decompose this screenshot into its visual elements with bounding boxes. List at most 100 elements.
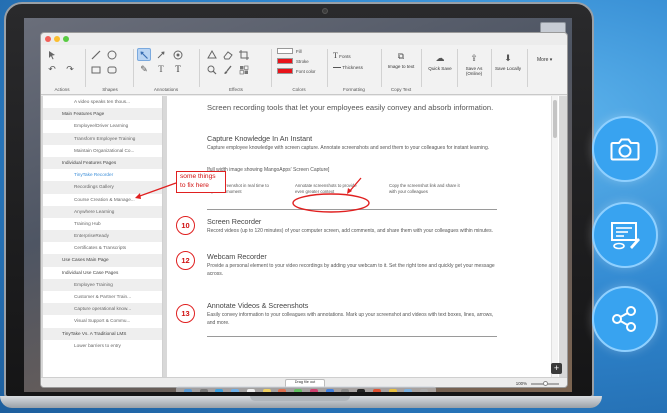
image-to-text-button[interactable]: ⧉ Image to text: [386, 51, 416, 69]
shapes-label: Shapes: [102, 87, 118, 92]
double-arrow-tool-icon[interactable]: [154, 48, 168, 61]
sidebar-item[interactable]: Customer & Partner Train...: [43, 291, 162, 303]
photos-icon[interactable]: [278, 389, 287, 392]
undo-icon[interactable]: ↶: [45, 63, 59, 76]
effects-group: Effects: [201, 45, 271, 95]
number-stamp[interactable]: 13: [176, 304, 195, 323]
sidebar-item[interactable]: A video speaks ten thous...: [43, 96, 162, 108]
text-tool-icon[interactable]: T: [154, 63, 168, 76]
mail-icon[interactable]: [231, 389, 240, 392]
sidebar-item[interactable]: TinyTake Vs. A Traditional LMS: [43, 327, 162, 340]
font-color-picker[interactable]: Font color: [277, 68, 316, 74]
sidebar-item[interactable]: Lower barriers to entry: [43, 340, 162, 352]
thickness-button[interactable]: Thickness: [333, 65, 363, 70]
sidebar-item[interactable]: Certificates & Transcripts: [43, 242, 162, 254]
feature-screenshot[interactable]: [592, 116, 658, 182]
search-icon[interactable]: [205, 63, 219, 76]
shapes-effect-icon[interactable]: [205, 48, 219, 61]
pen-tool-icon[interactable]: ✎: [137, 63, 151, 76]
ellipse-tool-icon[interactable]: [105, 48, 119, 61]
safari-icon[interactable]: [215, 389, 224, 392]
feature-share[interactable]: [592, 286, 658, 352]
sidebar-item[interactable]: Training Hub: [43, 218, 162, 230]
chrome-icon[interactable]: [388, 389, 397, 392]
arrow-tool-icon[interactable]: [137, 48, 151, 61]
zoom-level: 100%: [515, 381, 527, 386]
stroke-color-picker[interactable]: Stroke: [277, 58, 309, 64]
sidebar-item[interactable]: TinyTake Recorder: [43, 169, 162, 181]
sidebar-item[interactable]: Individual Use Case Pages: [43, 267, 162, 279]
highlight-text-tool-icon[interactable]: T: [171, 63, 185, 76]
sidebar-item[interactable]: Individual Features Pages: [43, 156, 162, 170]
eraser-icon[interactable]: [221, 48, 235, 61]
fill-swatch: [277, 48, 293, 54]
close-window-button[interactable]: [45, 36, 51, 42]
finder-icon[interactable]: [183, 389, 192, 392]
save-as-online-icon: ⇪: [470, 53, 478, 63]
trash-icon[interactable]: [420, 389, 429, 392]
toolbar-divider: [133, 49, 134, 87]
image-to-text-label: Image to text: [387, 63, 415, 69]
terminal-icon[interactable]: [357, 389, 366, 392]
number-stamp[interactable]: 10: [176, 216, 195, 235]
sidebar-item[interactable]: Transform Employee Training: [43, 132, 162, 145]
app-store-icon[interactable]: [325, 389, 334, 392]
rounded-rectangle-tool-icon[interactable]: [105, 63, 119, 76]
folder-icon[interactable]: [404, 389, 413, 392]
image-placeholder-note: [full width image showing MangoApps' Scr…: [207, 167, 330, 173]
settings-icon[interactable]: [341, 389, 350, 392]
sidebar-item[interactable]: Employee Training: [43, 278, 162, 291]
document-scrollbar[interactable]: [551, 96, 558, 377]
annotations-label: Annotations: [153, 87, 179, 92]
annotation-callout[interactable]: some things to fix here: [176, 171, 226, 193]
font-color-swatch: [277, 68, 293, 74]
save-locally-button[interactable]: ⬇ Save Locally: [493, 53, 523, 71]
toolbar-divider: [271, 49, 272, 87]
rectangle-tool-icon[interactable]: [89, 63, 103, 76]
feature-annotate[interactable]: [592, 202, 658, 268]
fonts-label: Fonts: [339, 54, 351, 59]
brush-icon[interactable]: [221, 63, 235, 76]
sidebar-item[interactable]: Recordings Gallery: [43, 181, 162, 194]
sidebar-item[interactable]: Main Features Page: [43, 108, 162, 121]
section-body: Capture employee knowledge with screen c…: [207, 145, 490, 151]
add-page-button[interactable]: +: [551, 363, 562, 374]
save-locally-label: Save Locally: [494, 65, 522, 71]
copy-text-label: Copy Text: [390, 87, 412, 92]
camera-icon: [610, 138, 640, 161]
sidebar-item[interactable]: Use Cases Main Page: [43, 254, 162, 267]
fill-color-picker[interactable]: Fill: [277, 48, 302, 54]
messages-icon[interactable]: [294, 389, 303, 392]
fonts-button[interactable]: T Fonts: [333, 51, 351, 60]
sidebar-item[interactable]: Capture operational know...: [43, 303, 162, 316]
zoom-slider[interactable]: [531, 381, 559, 386]
sidebar-item[interactable]: Maintain Organizational Co...: [43, 145, 162, 157]
sidebar-item[interactable]: Visual Support & Commu...: [43, 315, 162, 327]
zoom-slider-knob[interactable]: [543, 381, 548, 386]
tinytake-icon[interactable]: [372, 389, 381, 392]
sidebar-item[interactable]: Employee/Driver Learning: [43, 120, 162, 132]
number-stamp-tool-icon[interactable]: [171, 48, 185, 61]
scrollbar-thumb[interactable]: [553, 100, 557, 138]
chevron-down-icon: ▾: [549, 57, 553, 63]
quick-save-button[interactable]: ☁ Quick Save: [425, 53, 455, 71]
sidebar-item[interactable]: Course Creation & Manage...: [43, 194, 162, 206]
launchpad-icon[interactable]: [199, 389, 208, 392]
calendar-icon[interactable]: [246, 389, 255, 392]
minimize-window-button[interactable]: [54, 36, 60, 42]
document-canvas[interactable]: Screen recording tools that let your emp…: [167, 96, 559, 377]
more-menu-button[interactable]: More ▾: [537, 57, 552, 63]
redo-icon[interactable]: ↷: [63, 63, 77, 76]
notes-icon[interactable]: [262, 389, 271, 392]
blur-grid-icon[interactable]: [237, 63, 251, 76]
select-arrow-icon[interactable]: [45, 48, 59, 61]
section-heading: Webcam Recorder: [207, 252, 267, 261]
crop-icon[interactable]: [237, 48, 251, 61]
save-as-online-button[interactable]: ⇪ Save As (Online): [459, 53, 489, 77]
sidebar-item[interactable]: EnterpriseReady: [43, 230, 162, 243]
line-tool-icon[interactable]: [89, 48, 103, 61]
number-stamp[interactable]: 12: [176, 251, 195, 270]
music-icon[interactable]: [309, 389, 318, 392]
zoom-window-button[interactable]: [63, 36, 69, 42]
sidebar-item[interactable]: Anywhere Learning: [43, 205, 162, 218]
